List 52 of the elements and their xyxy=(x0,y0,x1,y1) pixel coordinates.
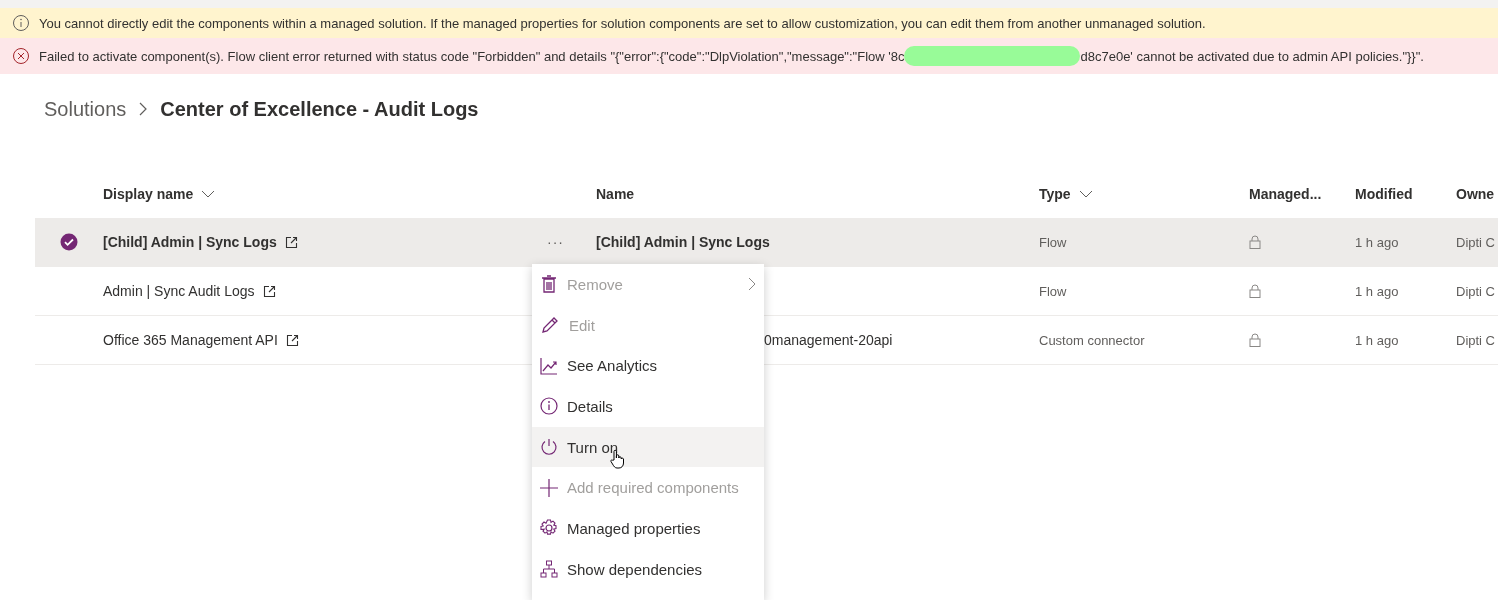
menu-item[interactable]: See Analytics xyxy=(532,345,764,387)
table-cell: Dipti C xyxy=(1456,283,1495,299)
table-cell-text: 0management-20api xyxy=(763,332,893,348)
external-link-icon xyxy=(284,235,298,249)
lock-icon xyxy=(1249,235,1261,249)
more-actions-button[interactable]: ··· xyxy=(545,234,564,250)
pencil-icon xyxy=(540,315,560,336)
chart-icon xyxy=(540,356,558,375)
chevron-right-icon xyxy=(748,277,756,292)
plus-icon xyxy=(540,478,558,497)
table-cell: Dipti C xyxy=(1456,332,1495,348)
power-icon xyxy=(540,438,558,457)
column-header[interactable]: Type xyxy=(1039,186,1093,202)
checkmark-circle-icon xyxy=(60,233,78,251)
hierarchy-icon xyxy=(540,560,558,579)
trash-icon xyxy=(540,274,558,295)
info-icon xyxy=(12,14,30,32)
chevron-down-icon xyxy=(201,190,216,198)
table-cell: 1 h ago xyxy=(1355,332,1399,348)
column-header[interactable]: Modified xyxy=(1355,186,1413,202)
table-cell: [Child] Admin | Sync Logs xyxy=(596,234,770,250)
menu-item[interactable]: Managed properties xyxy=(532,508,764,549)
menu-item[interactable]: Details xyxy=(532,386,764,427)
gear-icon xyxy=(540,519,558,538)
display-name-link[interactable]: [Child] Admin | Sync Logs xyxy=(103,234,277,250)
table-cell: Flow xyxy=(1039,234,1067,250)
chevron-down-icon xyxy=(1078,190,1093,198)
column-header[interactable]: Name xyxy=(596,186,635,202)
external-link-icon xyxy=(285,333,299,347)
info-icon xyxy=(540,397,558,416)
table-cell: Custom connector xyxy=(1039,332,1145,348)
table-cell: Flow xyxy=(1039,283,1067,299)
breadcrumb-link[interactable]: Solutions xyxy=(44,97,127,121)
external-link-icon xyxy=(262,284,276,298)
banner-message: Failed to activate component(s). Flow client error returned with status code "Forbidden" and details "{"error":{"code":"DlpViolation","message":"Flow '8c xyxy=(39,48,905,64)
menu-item[interactable]: Turn on xyxy=(532,426,764,468)
display-name-link[interactable]: Admin | Sync Audit Logs xyxy=(103,283,255,299)
chevron-right-icon xyxy=(138,102,149,116)
column-header[interactable]: Display name xyxy=(103,186,216,202)
column-header[interactable]: Owne xyxy=(1456,186,1495,202)
table-cell: 1 h ago xyxy=(1355,234,1399,250)
lock-icon xyxy=(1249,284,1261,298)
lock-icon xyxy=(1249,333,1261,347)
error-icon xyxy=(12,47,30,65)
display-name-link[interactable]: Office 365 Management API xyxy=(103,332,278,348)
table-cell: 1 h ago xyxy=(1355,283,1399,299)
page-title: Center of Excellence - Audit Logs xyxy=(160,97,479,121)
table-cell: Dipti C xyxy=(1456,234,1495,250)
banner-message: d8c7e0e' cannot be activated due to admin API policies."}}". xyxy=(1080,48,1424,64)
column-header[interactable]: Managed... xyxy=(1249,186,1322,202)
banner-message: You cannot directly edit the components within a managed solution. If the managed properties for solution components are set to allow customization, you can edit them from another unmanaged solution. xyxy=(39,15,1206,31)
menu-item[interactable]: Show dependencies xyxy=(532,548,764,590)
